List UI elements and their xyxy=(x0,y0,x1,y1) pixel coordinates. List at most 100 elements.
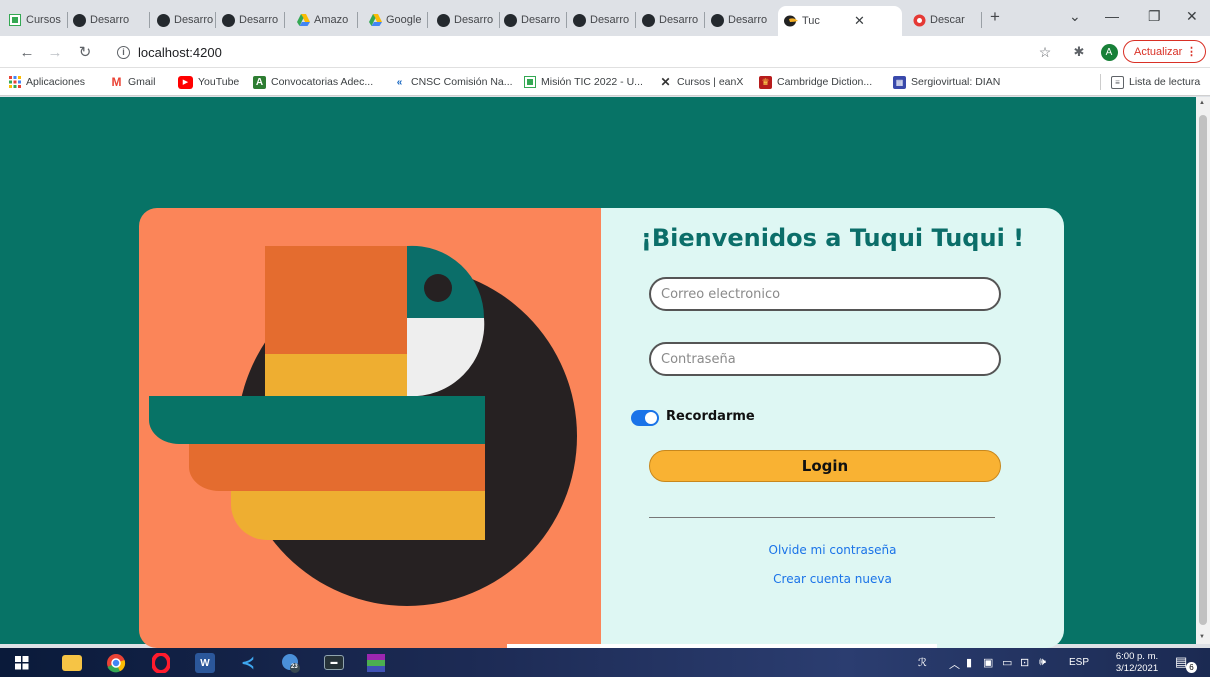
green-square-icon xyxy=(523,76,536,89)
login-button[interactable]: Login xyxy=(649,450,1001,482)
bookmark-gmail[interactable]: M Gmail xyxy=(110,73,156,91)
winrar-icon[interactable] xyxy=(366,653,386,673)
tab-cursos[interactable]: Cursos xyxy=(8,8,68,32)
people-icon[interactable]: ℛ xyxy=(918,656,927,669)
reading-list[interactable]: ≡ Lista de lectura xyxy=(1111,73,1200,91)
forward-icon[interactable]: → xyxy=(44,41,66,63)
cambridge-icon: ♛ xyxy=(759,75,772,89)
scroll-down-icon[interactable]: ▼ xyxy=(1199,634,1205,640)
gmail-icon: M xyxy=(111,75,122,89)
more-menu-icon: ⋮ xyxy=(1186,46,1197,58)
github-icon xyxy=(156,13,170,27)
dian-icon: ▦ xyxy=(893,75,906,89)
apps-grid-icon xyxy=(8,76,21,89)
notification-app-icon[interactable]: ▣ xyxy=(983,656,993,669)
welcome-title: ¡Bienvenidos a Tuqui Tuqui ! xyxy=(640,224,1025,252)
page-scrollbar[interactable]: ▲ ▼ xyxy=(1196,97,1210,644)
bookmark-star-icon[interactable]: ☆ xyxy=(1034,41,1056,63)
app-badge-icon[interactable]: 23 xyxy=(281,653,301,673)
restore-icon[interactable]: ❐ xyxy=(1148,8,1161,25)
tab-search-icon[interactable]: ⌄ xyxy=(1069,8,1081,25)
eanx-icon: ✕ xyxy=(660,75,671,89)
toucan-icon xyxy=(784,14,798,28)
minimize-icon[interactable]: — xyxy=(1105,8,1119,24)
create-account-link[interactable]: Crear cuenta nueva xyxy=(601,572,1064,586)
tab-desarrollo-8[interactable]: Desarro xyxy=(710,8,774,32)
github-icon xyxy=(72,13,86,27)
bookmark-convocatorias[interactable]: A Convocatorias Adec... xyxy=(253,73,373,91)
tab-desarrollo-2[interactable]: Desarro xyxy=(156,8,216,32)
tab-desarrollo-1[interactable]: Desarro xyxy=(72,8,150,32)
form-divider xyxy=(649,517,995,518)
bookmark-dian[interactable]: ▦ Sergiovirtual: DIAN xyxy=(893,73,1000,91)
remember-toggle[interactable] xyxy=(631,410,659,426)
cnsc-icon: « xyxy=(396,76,403,88)
word-icon[interactable]: W xyxy=(195,653,215,673)
bookmark-mision-tic[interactable]: Misión TIC 2022 - U... xyxy=(523,73,643,91)
browser-toolbar: ← → ↻ i localhost:4200 ☆ ✱ A Actualizar … xyxy=(0,36,1210,68)
toucan-illustration-panel xyxy=(139,208,601,648)
tab-desarrollo-4[interactable]: Desarro xyxy=(436,8,500,32)
profile-avatar[interactable]: A xyxy=(1098,41,1120,63)
login-card: ¡Bienvenidos a Tuqui Tuqui ! Recordarme … xyxy=(139,208,1064,648)
opera-icon xyxy=(912,13,926,27)
close-window-icon[interactable]: ✕ xyxy=(1186,8,1198,25)
back-icon[interactable]: ← xyxy=(16,41,38,63)
tab-google[interactable]: Google xyxy=(368,8,428,32)
youtube-icon: ▶ xyxy=(178,75,193,89)
toucan-illustration xyxy=(149,245,577,606)
bookmarks-bar: Aplicaciones M Gmail ▶ YouTube A Convoca… xyxy=(0,68,1210,96)
github-icon xyxy=(641,13,655,27)
file-explorer-icon[interactable] xyxy=(62,655,82,671)
windows-start-icon[interactable] xyxy=(12,653,32,673)
extensions-icon[interactable]: ✱ xyxy=(1068,41,1090,63)
chrome-icon[interactable] xyxy=(106,653,126,673)
bookmark-cambridge[interactable]: ♛ Cambridge Diction... xyxy=(759,73,872,91)
opera-taskbar-icon[interactable] xyxy=(151,653,171,673)
bookmark-cnsc[interactable]: « CNSC Comisión Na... xyxy=(393,73,513,91)
address-bar[interactable]: i localhost:4200 xyxy=(100,40,1060,64)
close-tab-icon[interactable]: ✕ xyxy=(854,13,865,29)
bookmark-youtube[interactable]: ▶ YouTube xyxy=(178,73,239,91)
github-icon xyxy=(572,13,586,27)
terminal-icon[interactable]: ▬ xyxy=(324,655,344,670)
reload-icon[interactable]: ↻ xyxy=(74,41,96,63)
bookmark-eanx[interactable]: ✕ Cursos | eanX xyxy=(659,73,743,91)
tab-desarrollo-3[interactable]: Desarro xyxy=(221,8,285,32)
forgot-password-link[interactable]: Olvide mi contraseña xyxy=(601,543,1064,557)
scroll-up-icon[interactable]: ▲ xyxy=(1199,100,1205,106)
url-text: localhost:4200 xyxy=(138,44,222,60)
battery-icon[interactable]: ▭ xyxy=(1002,656,1012,669)
tab-desarrollo-5[interactable]: Desarro xyxy=(503,8,567,32)
tab-desarrollo-7[interactable]: Desarro xyxy=(641,8,705,32)
tray-expand-icon[interactable]: ︿ xyxy=(949,656,960,672)
volume-icon[interactable]: 🕪 xyxy=(1039,656,1046,669)
drive-icon xyxy=(368,13,382,27)
bookmark-divider xyxy=(1100,74,1101,90)
github-icon xyxy=(503,13,517,27)
tab-amazon[interactable]: Amazo xyxy=(296,8,358,32)
notification-count-badge: 6 xyxy=(1186,662,1197,673)
scroll-thumb[interactable] xyxy=(1199,115,1207,625)
language-indicator[interactable]: ESP xyxy=(1069,657,1089,668)
usb-icon[interactable]: ▮ xyxy=(966,656,972,669)
drive-icon xyxy=(296,13,310,27)
new-tab-button[interactable]: + xyxy=(990,5,1008,29)
network-icon[interactable]: ⊡ xyxy=(1020,656,1029,669)
tab-desarrollo-6[interactable]: Desarro xyxy=(572,8,636,32)
browser-tab-strip: Cursos Desarro Desarro Desarro Amazo Goo… xyxy=(0,0,1210,36)
green-square-icon xyxy=(8,13,22,27)
tab-descargas[interactable]: Descar xyxy=(912,8,982,32)
green-a-icon: A xyxy=(253,75,266,89)
github-icon xyxy=(710,13,724,27)
email-field[interactable] xyxy=(649,277,1001,311)
tab-tuqui-active[interactable]: Tuc ✕ xyxy=(778,6,902,36)
vscode-icon[interactable]: ≺ xyxy=(238,653,258,673)
password-field[interactable] xyxy=(649,342,1001,376)
github-icon xyxy=(221,13,235,27)
site-info-icon[interactable]: i xyxy=(117,45,130,59)
login-form-panel: ¡Bienvenidos a Tuqui Tuqui ! Recordarme … xyxy=(601,208,1064,648)
update-button[interactable]: Actualizar ⋮ xyxy=(1123,40,1206,63)
taskbar-clock[interactable]: 6:00 p. m. 3/12/2021 xyxy=(1111,651,1163,675)
bookmark-aplicaciones[interactable]: Aplicaciones xyxy=(8,73,85,91)
